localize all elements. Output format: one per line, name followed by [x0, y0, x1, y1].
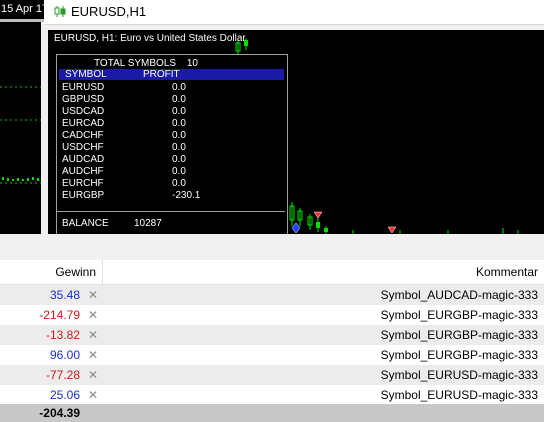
symbol-profit: 0.0	[172, 82, 186, 93]
symbol-name: GBPUSD	[62, 94, 105, 105]
chart-window-title: EURUSD,H1	[71, 4, 147, 19]
comment-cell: Symbol_EURGBP-magic-333	[380, 308, 538, 322]
symbols-info-panel: TOTAL SYMBOLS 10 SYMBOL PROFIT EURUSD 0.0…	[56, 54, 288, 234]
candlestick-chart-icon	[54, 5, 66, 21]
chart-symbol-header: EURUSD, H1: Euro vs United States Dollar	[54, 33, 246, 44]
symbol-row: EURCHF 0.0	[57, 178, 285, 190]
profit-cell: -13.82	[45, 328, 80, 342]
symbol-row: USDCAD 0.0	[57, 106, 285, 118]
symbol-profit: -230.1	[172, 190, 201, 201]
symbol-row: EURGBP -230.1	[57, 190, 285, 202]
comment-cell: Symbol_EURGBP-magic-333	[380, 348, 538, 362]
chart-canvas[interactable]: EURUSD, H1: Euro vs United States Dollar…	[48, 30, 544, 234]
symbol-name: AUDCAD	[62, 154, 105, 165]
comment-cell: Symbol_EURGBP-magic-333	[380, 328, 538, 342]
symbol-row: USDCHF 0.0	[57, 142, 285, 154]
column-header-gewinn[interactable]: Gewinn	[55, 265, 96, 279]
panel-header-row: SYMBOL PROFIT	[59, 69, 284, 80]
table-row[interactable]: -77.28 ✕ Symbol_EURUSD-magic-333	[0, 365, 544, 385]
profit-cell: 25.06	[49, 388, 80, 402]
background-chart-drawing	[0, 86, 41, 184]
table-row[interactable]: -13.82 ✕ Symbol_EURGBP-magic-333	[0, 325, 544, 345]
symbol-profit: 0.0	[172, 166, 186, 177]
close-x-icon[interactable]: ✕	[88, 288, 98, 302]
profit-cell: -77.28	[45, 368, 80, 382]
symbol-row: AUDCHF 0.0	[57, 166, 285, 178]
panel-splitter[interactable]	[0, 234, 544, 260]
table-total-row: -204.39	[0, 404, 544, 422]
background-chart: 15 Apr 17:	[0, 0, 50, 234]
total-symbols-value: 10	[186, 58, 198, 69]
symbol-name: CADCHF	[62, 130, 104, 141]
table-row[interactable]: -214.79 ✕ Symbol_EURGBP-magic-333	[0, 305, 544, 325]
symbol-profit: 0.0	[172, 130, 186, 141]
symbol-name: EURCHF	[62, 178, 104, 189]
symbol-profit: 0.0	[172, 154, 186, 165]
symbol-row: EURCAD 0.0	[57, 118, 285, 130]
symbol-profit: 0.0	[172, 94, 186, 105]
column-header-kommentar[interactable]: Kommentar	[476, 265, 538, 279]
table-header: Gewinn Kommentar	[0, 260, 544, 285]
chart-window: EURUSD,H1 EURUSD, H1: Euro vs United Sta…	[44, 0, 544, 234]
symbol-name: EURCAD	[62, 118, 105, 129]
table-row[interactable]: 25.06 ✕ Symbol_EURUSD-magic-333	[0, 385, 544, 405]
panel-divider	[57, 211, 285, 212]
symbol-profit: 0.0	[172, 118, 186, 129]
symbol-name: USDCHF	[62, 142, 104, 153]
candles	[2, 177, 39, 181]
profit-cell: -214.79	[39, 308, 80, 322]
column-separator[interactable]	[102, 260, 103, 284]
close-x-icon[interactable]: ✕	[88, 388, 98, 402]
symbol-profit: 0.0	[172, 142, 186, 153]
table-row[interactable]: 96.00 ✕ Symbol_EURGBP-magic-333	[0, 345, 544, 365]
symbol-row: CADCHF 0.0	[57, 130, 285, 142]
background-chart-canvas[interactable]	[0, 22, 41, 234]
symbol-name: AUDCHF	[62, 166, 104, 177]
symbol-profit: 0.0	[172, 178, 186, 189]
close-x-icon[interactable]: ✕	[88, 328, 98, 342]
symbol-name: USDCAD	[62, 106, 105, 117]
balance-value: 10287	[134, 218, 162, 229]
profit-cell: 96.00	[49, 348, 80, 362]
close-x-icon[interactable]: ✕	[88, 368, 98, 382]
symbol-row: AUDCAD 0.0	[57, 154, 285, 166]
symbol-profit: 0.0	[172, 106, 186, 117]
symbol-row: GBPUSD 0.0	[57, 94, 285, 106]
time-axis-label: 15 Apr 17:	[0, 0, 45, 19]
symbol-row: EURUSD 0.0	[57, 82, 285, 94]
total-symbols-row: TOTAL SYMBOLS 10	[94, 58, 198, 69]
trade-history-table: Gewinn Kommentar 35.48 ✕ Symbol_AUDCAD-m…	[0, 260, 544, 422]
total-symbols-label: TOTAL SYMBOLS	[94, 58, 177, 69]
chart-tab[interactable]: EURUSD,H1	[44, 0, 544, 25]
symbol-name: EURGBP	[62, 190, 105, 201]
close-x-icon[interactable]: ✕	[88, 348, 98, 362]
comment-cell: Symbol_EURUSD-magic-333	[380, 388, 538, 402]
profit-cell: 35.48	[49, 288, 80, 302]
comment-cell: Symbol_EURUSD-magic-333	[380, 368, 538, 382]
symbol-column-header: SYMBOL	[65, 69, 107, 80]
table-row[interactable]: 35.48 ✕ Symbol_AUDCAD-magic-333	[0, 285, 544, 305]
balance-label: BALANCE	[62, 218, 109, 229]
total-profit: -204.39	[39, 406, 80, 420]
comment-cell: Symbol_AUDCAD-magic-333	[380, 288, 538, 302]
profit-column-header: PROFIT	[143, 69, 180, 80]
close-x-icon[interactable]: ✕	[88, 308, 98, 322]
balance-row: BALANCE 10287	[62, 218, 162, 229]
symbol-name: EURUSD	[62, 82, 105, 93]
